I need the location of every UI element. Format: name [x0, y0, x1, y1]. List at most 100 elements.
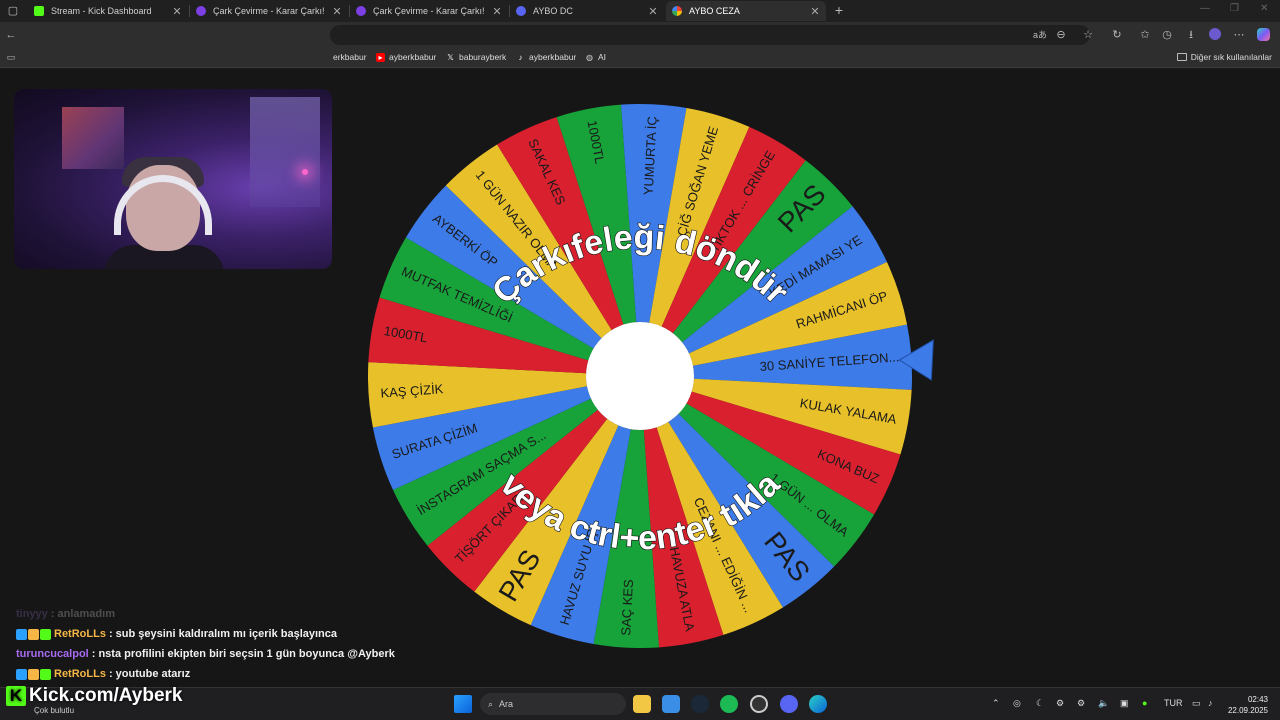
bookmark-label: ayberkbabur [389, 52, 437, 62]
history-icon[interactable]: ◷ [1160, 28, 1174, 42]
chat-username[interactable]: RetRoLLs [54, 668, 106, 680]
verified-badge-icon [40, 628, 51, 640]
chat-username[interactable]: tinyyy [16, 608, 48, 620]
bookmark-ai[interactable]: ◍ AI [585, 52, 606, 62]
display-icon[interactable]: ▭ [1192, 698, 1201, 709]
tab-kick-dashboard[interactable]: Stream - Kick Dashboard ✕ [28, 1, 188, 21]
copilot-icon[interactable] [1256, 28, 1270, 42]
clock[interactable]: 02:43 22.09.2025 [1228, 694, 1268, 716]
verified-badge-icon [40, 668, 51, 680]
more-menu-icon[interactable]: ⋯ [1232, 28, 1246, 42]
tab-title: AYBO DC [533, 6, 573, 16]
tab-wheel-2[interactable]: Çark Çevirme - Karar Çarkı! ✕ [350, 1, 508, 21]
globe-icon: ◍ [586, 52, 593, 62]
favorites-icon[interactable]: ✩ [1138, 28, 1152, 42]
wheel-favicon-icon [356, 6, 366, 16]
browser-toolbar: ← aあ ⊖ ☆ ↻ ✩ ◷ ⭳ ⋯ [0, 22, 1280, 48]
moderator-badge-icon [16, 668, 27, 680]
moderator-badge-icon [16, 628, 27, 640]
favorite-star-icon[interactable]: ☆ [1081, 28, 1095, 42]
webcam-overlay [14, 89, 332, 269]
tab-strip: ▢ Stream - Kick Dashboard ✕ Çark Çevirme… [0, 0, 1280, 22]
x-icon: 𝕏 [447, 52, 454, 62]
reader-icon[interactable]: ⊖ [1054, 28, 1068, 42]
bookmark-label: baburayberk [459, 52, 507, 62]
sidebar-toggle-icon[interactable]: ▭ [4, 50, 18, 64]
bookmark-label: AI [598, 52, 607, 62]
discord-favicon-icon [516, 6, 526, 16]
tab-actions-icon[interactable]: ▢ [6, 4, 20, 18]
lamp-light [302, 169, 308, 175]
chat-message: RetRoLLs: sub şeysini kaldıralım mı içer… [16, 624, 516, 644]
sub-badge-icon [28, 668, 39, 680]
tab-title: Çark Çevirme - Karar Çarkı! [213, 6, 325, 16]
chat-text: : anlamadım [50, 608, 115, 620]
kick-url: Kick.com/Ayberk [29, 685, 183, 706]
clock-time: 02:43 [1247, 695, 1268, 704]
tray-steam-icon[interactable]: ⚙ [1077, 698, 1085, 709]
close-icon[interactable]: ✕ [330, 5, 344, 18]
obs-icon[interactable] [750, 695, 768, 713]
chat-message: RetRoLLs: youtube atarız [16, 664, 516, 684]
translate-icon[interactable]: aあ [1033, 28, 1047, 42]
profile-icon[interactable] [1208, 28, 1222, 42]
window-light [250, 97, 320, 207]
other-bookmarks[interactable]: Diğer sık kullanılanlar [1176, 52, 1272, 62]
bookmarks-bar: ▭ erkbabur ▸ ayberkbabur 𝕏 baburayberk ♪… [0, 48, 1280, 68]
tray-app-icon[interactable]: ☾ [1036, 698, 1044, 709]
chat-username[interactable]: RetRoLLs [54, 628, 106, 640]
close-icon[interactable]: ✕ [646, 5, 660, 18]
window-close-icon[interactable]: ✕ [1260, 3, 1268, 14]
refresh-icon[interactable]: ↻ [1110, 28, 1124, 42]
other-bookmarks-label: Diğer sık kullanılanlar [1190, 52, 1272, 62]
tab-wheel-1[interactable]: Çark Çevirme - Karar Çarkı! ✕ [190, 1, 348, 21]
chat-text: : nsta profilini ekipten biri seçsin 1 g… [91, 648, 395, 660]
edge-icon[interactable] [809, 695, 827, 713]
clock-date: 22.09.2025 [1227, 706, 1268, 715]
close-icon[interactable]: ✕ [490, 5, 504, 18]
start-icon[interactable] [454, 695, 472, 713]
tray-app-icon[interactable]: ◎ [1013, 698, 1021, 709]
close-icon[interactable]: ✕ [808, 5, 822, 18]
back-icon[interactable]: ← [4, 28, 18, 42]
file-explorer-icon[interactable] [633, 695, 651, 713]
tab-aybo-dc[interactable]: AYBO DC ✕ [510, 1, 664, 21]
bookmark-youtube[interactable]: ▸ ayberkbabur [376, 52, 436, 62]
tray-chevron-icon[interactable]: ⌃ [992, 698, 1000, 709]
tab-aybo-ceza[interactable]: AYBO CEZA ✕ [666, 1, 826, 21]
tray-app-icon[interactable]: ▣ [1120, 698, 1129, 709]
weather-label[interactable]: Çok bulutlu [34, 706, 74, 715]
maximize-icon[interactable]: ❐ [1230, 3, 1239, 14]
bookmark-tiktok[interactable]: ♪ ayberkbabur [516, 52, 577, 62]
wheel-segment-label: SAÇ KES [618, 579, 636, 636]
address-bar[interactable] [330, 25, 1090, 45]
chat-badges [16, 668, 51, 680]
photos-icon[interactable] [662, 695, 680, 713]
spotify-icon[interactable] [720, 695, 738, 713]
folder-icon [1176, 53, 1187, 61]
download-icon[interactable]: ⭳ [1184, 28, 1198, 42]
close-icon[interactable]: ✕ [170, 5, 184, 18]
tray-steam-icon[interactable]: ⚙ [1056, 698, 1064, 709]
microphone-icon[interactable]: ● [1142, 698, 1147, 708]
page-content: 30 SANİYE TELEFON... KULAK YALAMA KONA BUZ… [0, 69, 1280, 687]
minimize-icon[interactable]: — [1200, 3, 1210, 14]
bookmark-erkbabur[interactable]: erkbabur [333, 52, 367, 62]
language-indicator[interactable]: TUR [1164, 698, 1183, 708]
speaker-icon[interactable]: ♪ [1208, 698, 1213, 708]
taskbar-search[interactable]: ⌕ Ara [480, 693, 626, 715]
stream-chat: tinyyy: anlamadım RetRoLLs: sub şeysini k… [16, 604, 516, 684]
search-placeholder: Ara [499, 699, 514, 709]
discord-icon[interactable] [780, 695, 798, 713]
wheel-hub[interactable] [586, 322, 694, 430]
bookmark-x[interactable]: 𝕏 baburayberk [446, 52, 506, 62]
bookmark-label: ayberkbabur [529, 52, 577, 62]
tab-title: Stream - Kick Dashboard [51, 6, 152, 16]
volume-icon[interactable]: 🔈 [1098, 698, 1109, 709]
steam-icon[interactable] [691, 695, 709, 713]
chat-username[interactable]: turuncucalpol [16, 648, 89, 660]
sub-badge-icon [28, 628, 39, 640]
tiktok-icon: ♪ [518, 52, 523, 62]
new-tab-button[interactable]: + [832, 3, 846, 17]
chat-badges [16, 628, 51, 640]
